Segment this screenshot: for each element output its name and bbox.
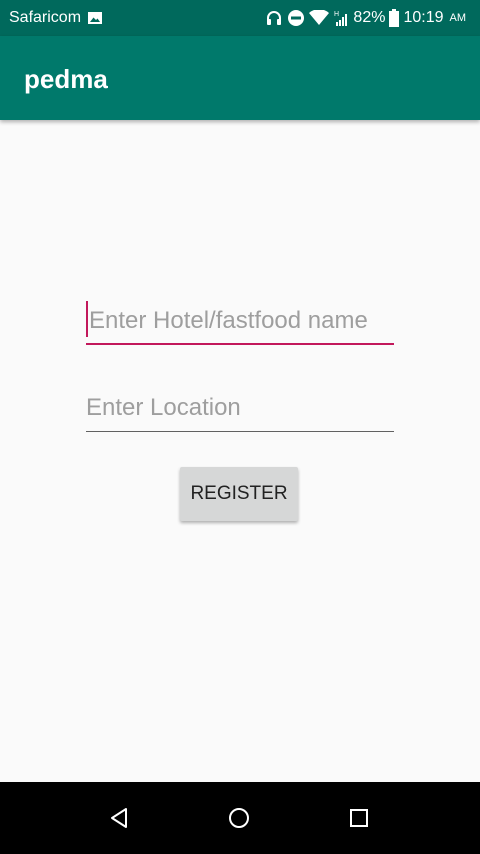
battery-percent: 82% <box>353 9 386 26</box>
signal-icon: H <box>333 9 349 27</box>
location-input[interactable] <box>86 388 394 428</box>
wifi-icon <box>309 10 330 26</box>
home-icon[interactable] <box>227 806 251 830</box>
hotel-name-field <box>86 301 394 345</box>
headphones-icon <box>265 9 283 27</box>
do-not-disturb-icon <box>287 9 305 27</box>
location-field <box>86 388 394 432</box>
clock-time: 10:19 <box>403 9 444 26</box>
hotel-name-underline <box>86 343 394 345</box>
hotel-name-input[interactable] <box>86 301 394 341</box>
back-icon[interactable] <box>107 806 131 830</box>
image-icon <box>87 10 103 26</box>
battery-icon <box>389 9 400 27</box>
app-title: pedma <box>24 64 108 94</box>
text-cursor <box>86 301 88 337</box>
location-underline <box>86 431 394 432</box>
recents-icon[interactable] <box>347 806 371 830</box>
app-bar: pedma <box>0 36 480 120</box>
svg-text:H: H <box>334 11 339 18</box>
clock-ampm: AM <box>449 12 467 24</box>
register-button[interactable]: REGISTER <box>180 467 298 521</box>
navigation-bar <box>0 782 480 854</box>
status-bar: Safaricom H 82% 10:19 AM <box>0 0 480 36</box>
carrier-name: Safaricom <box>9 9 82 26</box>
